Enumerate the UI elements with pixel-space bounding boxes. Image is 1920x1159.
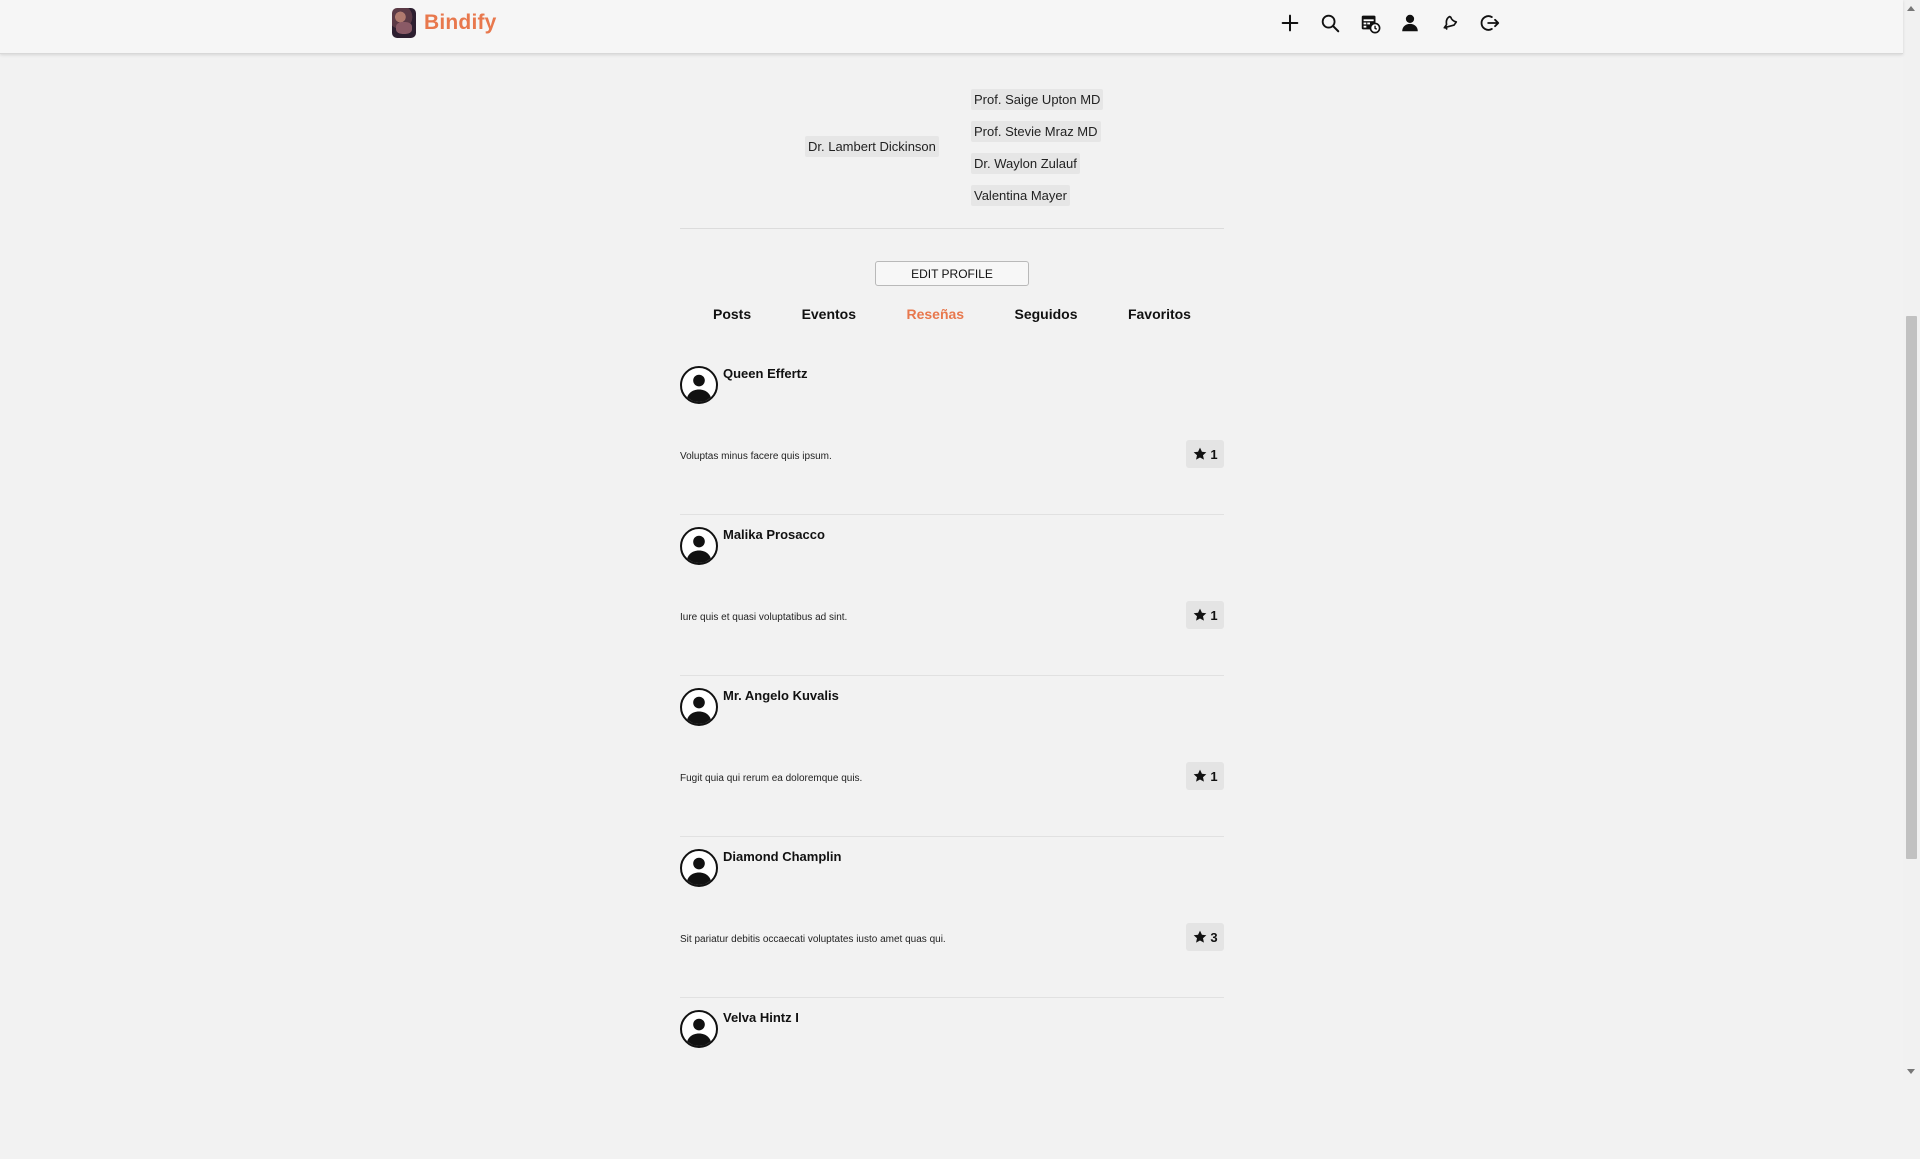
brand[interactable]: Bindify <box>392 8 497 38</box>
star-icon <box>1194 769 1207 782</box>
nav-icons <box>1276 9 1504 37</box>
reviews-list: Queen Effertz Voluptas minus facere quis… <box>680 354 1224 1159</box>
rating-value: 1 <box>1210 446 1218 462</box>
notification-icon[interactable] <box>1436 9 1464 37</box>
profile-tabs: Posts Eventos Reseñas Seguidos Favoritos <box>680 306 1224 330</box>
rating-badge[interactable]: 1 <box>1186 440 1224 468</box>
tab-seguidos[interactable]: Seguidos <box>1015 306 1078 330</box>
user-avatar-icon <box>686 374 712 402</box>
review-text: Voluptas minus facere quis ipsum. <box>680 451 832 462</box>
rating-badge[interactable]: 3 <box>1186 923 1224 951</box>
review-text: Iure quis et quasi voluptatibus ad sint. <box>680 612 848 623</box>
rating-badge[interactable]: 1 <box>1186 601 1224 629</box>
review-text: Fugit quia qui rerum ea doloremque quis. <box>680 773 863 784</box>
avatar[interactable] <box>680 688 718 726</box>
edit-profile-button[interactable]: EDIT PROFILE <box>875 261 1029 286</box>
review-item: Queen Effertz Voluptas minus facere quis… <box>680 354 1224 515</box>
avatar[interactable] <box>680 366 718 404</box>
review-text: Sit pariatur debitis occaecati voluptate… <box>680 934 946 945</box>
review-item: Velva Hintz I <box>680 998 1224 1159</box>
tab-resenas[interactable]: Reseñas <box>906 306 964 330</box>
brand-logo <box>392 8 416 38</box>
avatar[interactable] <box>680 1010 718 1048</box>
calendar-clock-icon[interactable] <box>1356 9 1384 37</box>
connection-chip[interactable]: Prof. Stevie Mraz MD <box>971 121 1101 142</box>
scroll-thumb[interactable] <box>1906 316 1917 859</box>
brand-name: Bindify <box>424 11 497 34</box>
star-icon <box>1194 930 1207 943</box>
review-item: Malika Prosacco Iure quis et quasi volup… <box>680 515 1224 676</box>
scroll-up-arrow-icon[interactable] <box>1907 6 1915 11</box>
star-icon <box>1194 608 1207 621</box>
connections: Dr. Lambert Dickinson Prof. Saige Upton … <box>680 54 1224 228</box>
review-author[interactable]: Queen Effertz <box>723 366 808 381</box>
user-avatar-icon <box>686 857 712 885</box>
review-author[interactable]: Malika Prosacco <box>723 527 825 542</box>
star-icon <box>1194 447 1207 460</box>
tab-eventos[interactable]: Eventos <box>802 306 856 330</box>
avatar[interactable] <box>680 527 718 565</box>
top-navbar: Bindify <box>0 0 1903 54</box>
scroll-down-arrow-icon[interactable] <box>1907 1069 1915 1074</box>
review-item: Diamond Champlin Sit pariatur debitis oc… <box>680 837 1224 998</box>
review-author[interactable]: Mr. Angelo Kuvalis <box>723 688 839 703</box>
rating-value: 1 <box>1210 768 1218 784</box>
section-divider <box>680 228 1224 229</box>
user-avatar-icon <box>686 1018 712 1046</box>
edit-profile-wrap: EDIT PROFILE <box>680 261 1224 286</box>
review-author[interactable]: Velva Hintz I <box>723 1010 799 1025</box>
logout-icon[interactable] <box>1476 9 1504 37</box>
user-icon[interactable] <box>1396 9 1424 37</box>
review-author[interactable]: Diamond Champlin <box>723 849 841 864</box>
connection-chip[interactable]: Dr. Lambert Dickinson <box>805 136 939 157</box>
avatar[interactable] <box>680 849 718 887</box>
connection-chip[interactable]: Dr. Waylon Zulauf <box>971 153 1080 174</box>
review-item: Mr. Angelo Kuvalis Fugit quia qui rerum … <box>680 676 1224 837</box>
search-icon[interactable] <box>1316 9 1344 37</box>
connection-chip[interactable]: Valentina Mayer <box>971 185 1070 206</box>
connection-chip[interactable]: Prof. Saige Upton MD <box>971 89 1104 110</box>
tab-posts[interactable]: Posts <box>713 306 751 330</box>
plus-icon[interactable] <box>1276 9 1304 37</box>
tab-favoritos[interactable]: Favoritos <box>1128 306 1191 330</box>
rating-badge[interactable]: 1 <box>1186 762 1224 790</box>
page-scrollbar[interactable] <box>1903 0 1920 1080</box>
user-avatar-icon <box>686 535 712 563</box>
rating-value: 1 <box>1210 607 1218 623</box>
profile-content: Dr. Lambert Dickinson Prof. Saige Upton … <box>680 54 1224 1159</box>
user-avatar-icon <box>686 696 712 724</box>
rating-value: 3 <box>1210 929 1218 945</box>
